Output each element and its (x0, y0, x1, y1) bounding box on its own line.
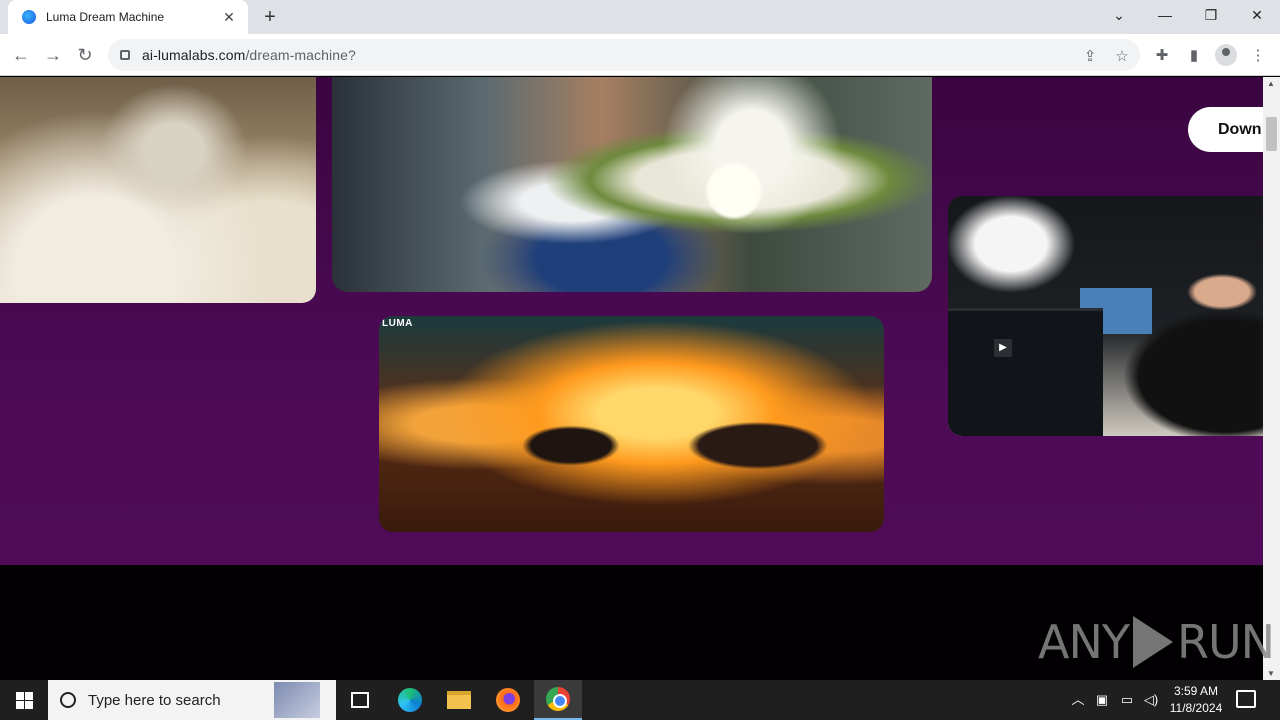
page-viewport: LUMA ▶ Down (0, 77, 1263, 680)
windows-taskbar: Type here to search ︿ ▣ ▭ ◁) 3:59 AM 11/… (0, 680, 1280, 720)
anyrun-watermark: ANY RUN (1038, 615, 1275, 672)
url-text[interactable]: ai-lumalabs.com/dream-machine? (142, 47, 356, 63)
play-icon[interactable]: ▶ (994, 339, 1012, 357)
minimize-button[interactable]: — (1142, 0, 1188, 30)
url-host: ai-lumalabs.com (142, 47, 246, 63)
system-clock[interactable]: 3:59 AM 11/8/2024 (1160, 683, 1232, 717)
tab-strip: Luma Dream Machine ✕ + ⌄ — ❐ ✕ (0, 0, 1280, 34)
tab-close-icon[interactable]: ✕ (220, 9, 238, 26)
tab-title: Luma Dream Machine (46, 10, 165, 24)
volume-icon[interactable]: ◁) (1140, 680, 1162, 720)
address-bar[interactable]: ai-lumalabs.com/dream-machine? ⇪ ☆ (108, 39, 1140, 71)
watermark-left-text: ANY (1038, 615, 1130, 669)
tray-overflow-chevron-icon[interactable]: ︿ (1068, 680, 1088, 720)
video-tile-bear-pig-explosion[interactable]: LUMA (379, 316, 884, 532)
firefox-icon[interactable] (484, 680, 532, 720)
forward-arrow-icon[interactable]: → (40, 42, 66, 68)
share-icon[interactable]: ⇪ (1080, 47, 1100, 67)
notification-icon[interactable] (1236, 690, 1256, 708)
url-path: /dream-machine? (245, 47, 356, 63)
windows-start-icon[interactable] (0, 680, 48, 720)
video-tile-old-warrior[interactable] (0, 77, 316, 303)
search-highlight-image (274, 682, 320, 718)
lock-icon[interactable] (120, 50, 130, 60)
clock-date: 11/8/2024 (1169, 701, 1223, 715)
search-placeholder: Type here to search (88, 691, 221, 709)
new-tab-button[interactable]: + (258, 4, 282, 30)
browser-toolbar: ← → ↻ ai-lumalabs.com/dream-machine? ⇪ ☆ (0, 34, 1280, 76)
network-icon[interactable]: ▭ (1116, 680, 1138, 720)
side-panel-icon[interactable]: ▮ (1182, 44, 1206, 68)
search-icon (60, 692, 76, 708)
bookmark-star-icon[interactable]: ☆ (1112, 47, 1132, 67)
tab-luma-dream-machine[interactable]: Luma Dream Machine ✕ (8, 0, 248, 34)
download-button[interactable]: Down (1188, 107, 1263, 152)
scroll-up-arrow-icon[interactable]: ▲ (1267, 79, 1275, 88)
reload-icon[interactable]: ↻ (72, 42, 98, 68)
edge-icon[interactable] (386, 680, 434, 720)
luma-favicon-icon (22, 10, 36, 24)
task-view-icon[interactable] (336, 680, 384, 720)
taskbar-search-box[interactable]: Type here to search (48, 680, 336, 720)
back-arrow-icon[interactable]: ← (8, 42, 34, 68)
extensions-puzzle-icon[interactable]: ✚ (1150, 44, 1174, 68)
studio-monitor (948, 308, 1103, 436)
kebab-menu-icon[interactable]: ⋮ (1246, 44, 1270, 68)
file-explorer-icon[interactable] (435, 680, 483, 720)
window-close-button[interactable]: ✕ (1234, 0, 1280, 30)
chrome-icon[interactable] (534, 680, 582, 720)
watermark-play-icon (1132, 615, 1173, 668)
tray-device-icon[interactable]: ▣ (1092, 680, 1112, 720)
luma-watermark-badge: LUMA (382, 318, 413, 329)
tab-search-dropdown-icon[interactable]: ⌄ (1096, 0, 1142, 30)
video-tile-photographer-studio[interactable]: ▶ (948, 196, 1263, 436)
scrollbar-thumb[interactable] (1266, 117, 1277, 151)
video-tile-girl-flowers[interactable] (332, 77, 932, 292)
profile-avatar-icon[interactable] (1215, 44, 1237, 66)
restore-button[interactable]: ❐ (1188, 0, 1234, 30)
clock-time: 3:59 AM (1173, 684, 1219, 698)
watermark-right-text: RUN (1176, 615, 1275, 669)
page-scrollbar[interactable]: ▲ ▼ (1263, 77, 1280, 680)
